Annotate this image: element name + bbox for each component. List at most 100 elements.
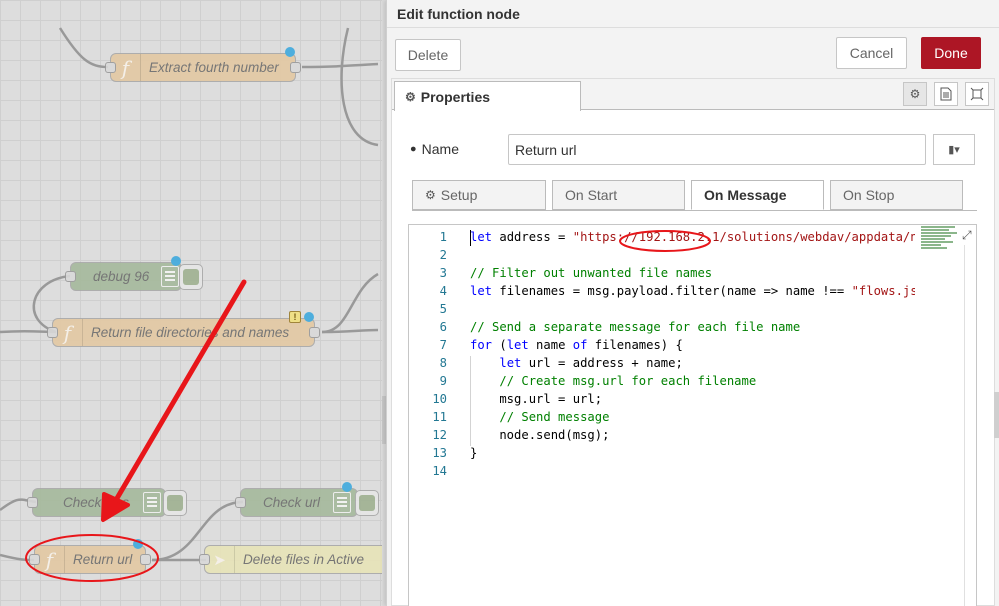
line-number: 11 xyxy=(432,410,447,424)
warning-icon: ! xyxy=(289,311,301,323)
debug-node-check-files[interactable]: Check files xyxy=(27,488,187,517)
done-button[interactable]: Done xyxy=(921,37,981,69)
code-token: let xyxy=(470,230,493,244)
debug-toggle-button[interactable] xyxy=(163,490,187,516)
text-cursor xyxy=(470,230,471,246)
input-port[interactable] xyxy=(65,271,76,282)
wire-extract-out xyxy=(301,62,379,69)
tab-on-message[interactable]: On Message xyxy=(691,180,824,210)
library-button[interactable]: ▮▾ xyxy=(933,134,975,165)
input-port[interactable] xyxy=(29,554,40,565)
line-gutter: 1 2 3 4 5 6 7 8 9 10 11 12 13 14 xyxy=(409,225,453,606)
code-area[interactable]: let address = "https://192.168.2.1/solut… xyxy=(470,225,915,606)
tab-on-start[interactable]: On Start xyxy=(552,180,685,210)
tab-on-stop[interactable]: On Stop xyxy=(830,180,963,210)
node-label: Return url xyxy=(73,552,133,567)
input-port[interactable] xyxy=(47,327,58,338)
code-token: filenames) { xyxy=(587,338,683,352)
code-token: let xyxy=(470,284,493,298)
description-button[interactable] xyxy=(934,82,958,106)
edit-tray: Edit function node Delete Cancel Done ⚙ … xyxy=(386,0,999,606)
node-label: Check url xyxy=(263,495,321,510)
subtab-divider xyxy=(412,210,977,211)
output-port[interactable] xyxy=(309,327,320,338)
list-icon xyxy=(333,492,351,513)
editor-scrollbar[interactable] xyxy=(964,245,965,606)
tab-label: Properties xyxy=(420,88,491,105)
line-number: 13 xyxy=(432,446,447,460)
changed-dot-icon xyxy=(133,539,143,549)
gear-icon: ⚙ xyxy=(425,188,436,202)
code-editor[interactable]: 1 2 3 4 5 6 7 8 9 10 11 12 13 14 let address = "https… xyxy=(408,224,977,606)
code-line: let address = "https://192.168.2.1/solut… xyxy=(470,230,915,244)
code-line: // Send a separate message for each file… xyxy=(470,320,800,334)
tray-body: ⚙ Properties ⚙ ● Name ▮▾ ⚙ Setup On Star… xyxy=(391,78,995,606)
changed-dot-icon xyxy=(304,312,314,322)
code-token: let xyxy=(499,356,522,370)
output-port[interactable] xyxy=(140,554,151,565)
debug-toggle-button[interactable] xyxy=(179,264,203,290)
debug-node-96[interactable]: debug 96 xyxy=(65,256,203,291)
code-line: msg.url = url; xyxy=(470,392,602,406)
cancel-button[interactable]: Cancel xyxy=(836,37,907,69)
tab-setup[interactable]: ⚙ Setup xyxy=(412,180,546,210)
tab-label: Setup xyxy=(440,187,478,203)
code-token: } xyxy=(470,446,478,460)
debug-node-check-url[interactable]: Check url xyxy=(235,482,379,517)
minimap[interactable] xyxy=(921,226,961,254)
page-scrollbar[interactable] xyxy=(994,392,999,438)
name-label: ● Name xyxy=(407,141,459,157)
input-port[interactable] xyxy=(105,62,116,73)
node-label: debug 96 xyxy=(93,269,150,284)
list-icon xyxy=(161,266,179,287)
frame-icon xyxy=(970,87,984,101)
output-port[interactable] xyxy=(290,62,301,73)
expand-icon[interactable]: ⤢ xyxy=(962,228,972,243)
line-number: 4 xyxy=(439,284,447,298)
code-line: // Create msg.url for each filename xyxy=(470,374,756,388)
tray-title: Edit function node xyxy=(387,0,999,28)
code-token: for xyxy=(470,338,493,352)
changed-dot-icon xyxy=(342,482,352,492)
appearance-button[interactable] xyxy=(965,82,989,106)
input-port[interactable] xyxy=(235,497,246,508)
line-number: 12 xyxy=(432,428,447,442)
line-number: 2 xyxy=(439,248,447,262)
input-port[interactable] xyxy=(27,497,38,508)
code-token: msg.url = url; xyxy=(470,392,603,406)
line-number: 3 xyxy=(439,266,447,280)
function-node-return-url[interactable]: f Return url xyxy=(29,539,151,574)
settings-gear-button[interactable]: ⚙ xyxy=(903,82,927,106)
function-node-extract-fourth[interactable]: f Extract fourth number xyxy=(105,47,301,82)
code-line: for (let name of filenames) { xyxy=(470,338,683,352)
node-delete-files[interactable]: ➤ Delete files in Active xyxy=(199,545,382,574)
code-token: filenames = msg.payload.filter(name => n… xyxy=(492,284,852,298)
wire-top-right xyxy=(340,27,379,147)
code-token: // Send message xyxy=(499,410,610,424)
code-token: address = xyxy=(492,230,573,244)
code-token: name xyxy=(528,338,573,352)
code-token: url = address + name; xyxy=(521,356,683,370)
tab-properties[interactable]: ⚙ Properties xyxy=(394,81,581,111)
function-node-return-file-dirs[interactable]: f Return file directories and names ! xyxy=(47,311,320,347)
debug-toggle-button[interactable] xyxy=(355,490,379,516)
name-input[interactable] xyxy=(508,134,926,165)
list-icon xyxy=(143,492,161,513)
delete-button[interactable]: Delete xyxy=(395,39,461,71)
book-icon: ▮▾ xyxy=(948,144,960,156)
node-label: Return file directories and names xyxy=(91,325,290,340)
input-port[interactable] xyxy=(199,554,210,565)
code-line: let filenames = msg.payload.filter(name … xyxy=(470,284,915,298)
line-number: 5 xyxy=(439,302,447,316)
gear-icon: ⚙ xyxy=(909,87,921,101)
code-token: // Create msg.url for each filename xyxy=(499,374,757,388)
code-token: of xyxy=(572,338,588,352)
wire-into-extract xyxy=(58,27,109,69)
line-number: 10 xyxy=(432,392,447,406)
document-icon xyxy=(940,87,952,101)
code-line: node.send(msg); xyxy=(470,428,609,442)
flow-canvas[interactable]: f Extract fourth number debug 96 f Retur… xyxy=(0,0,382,606)
